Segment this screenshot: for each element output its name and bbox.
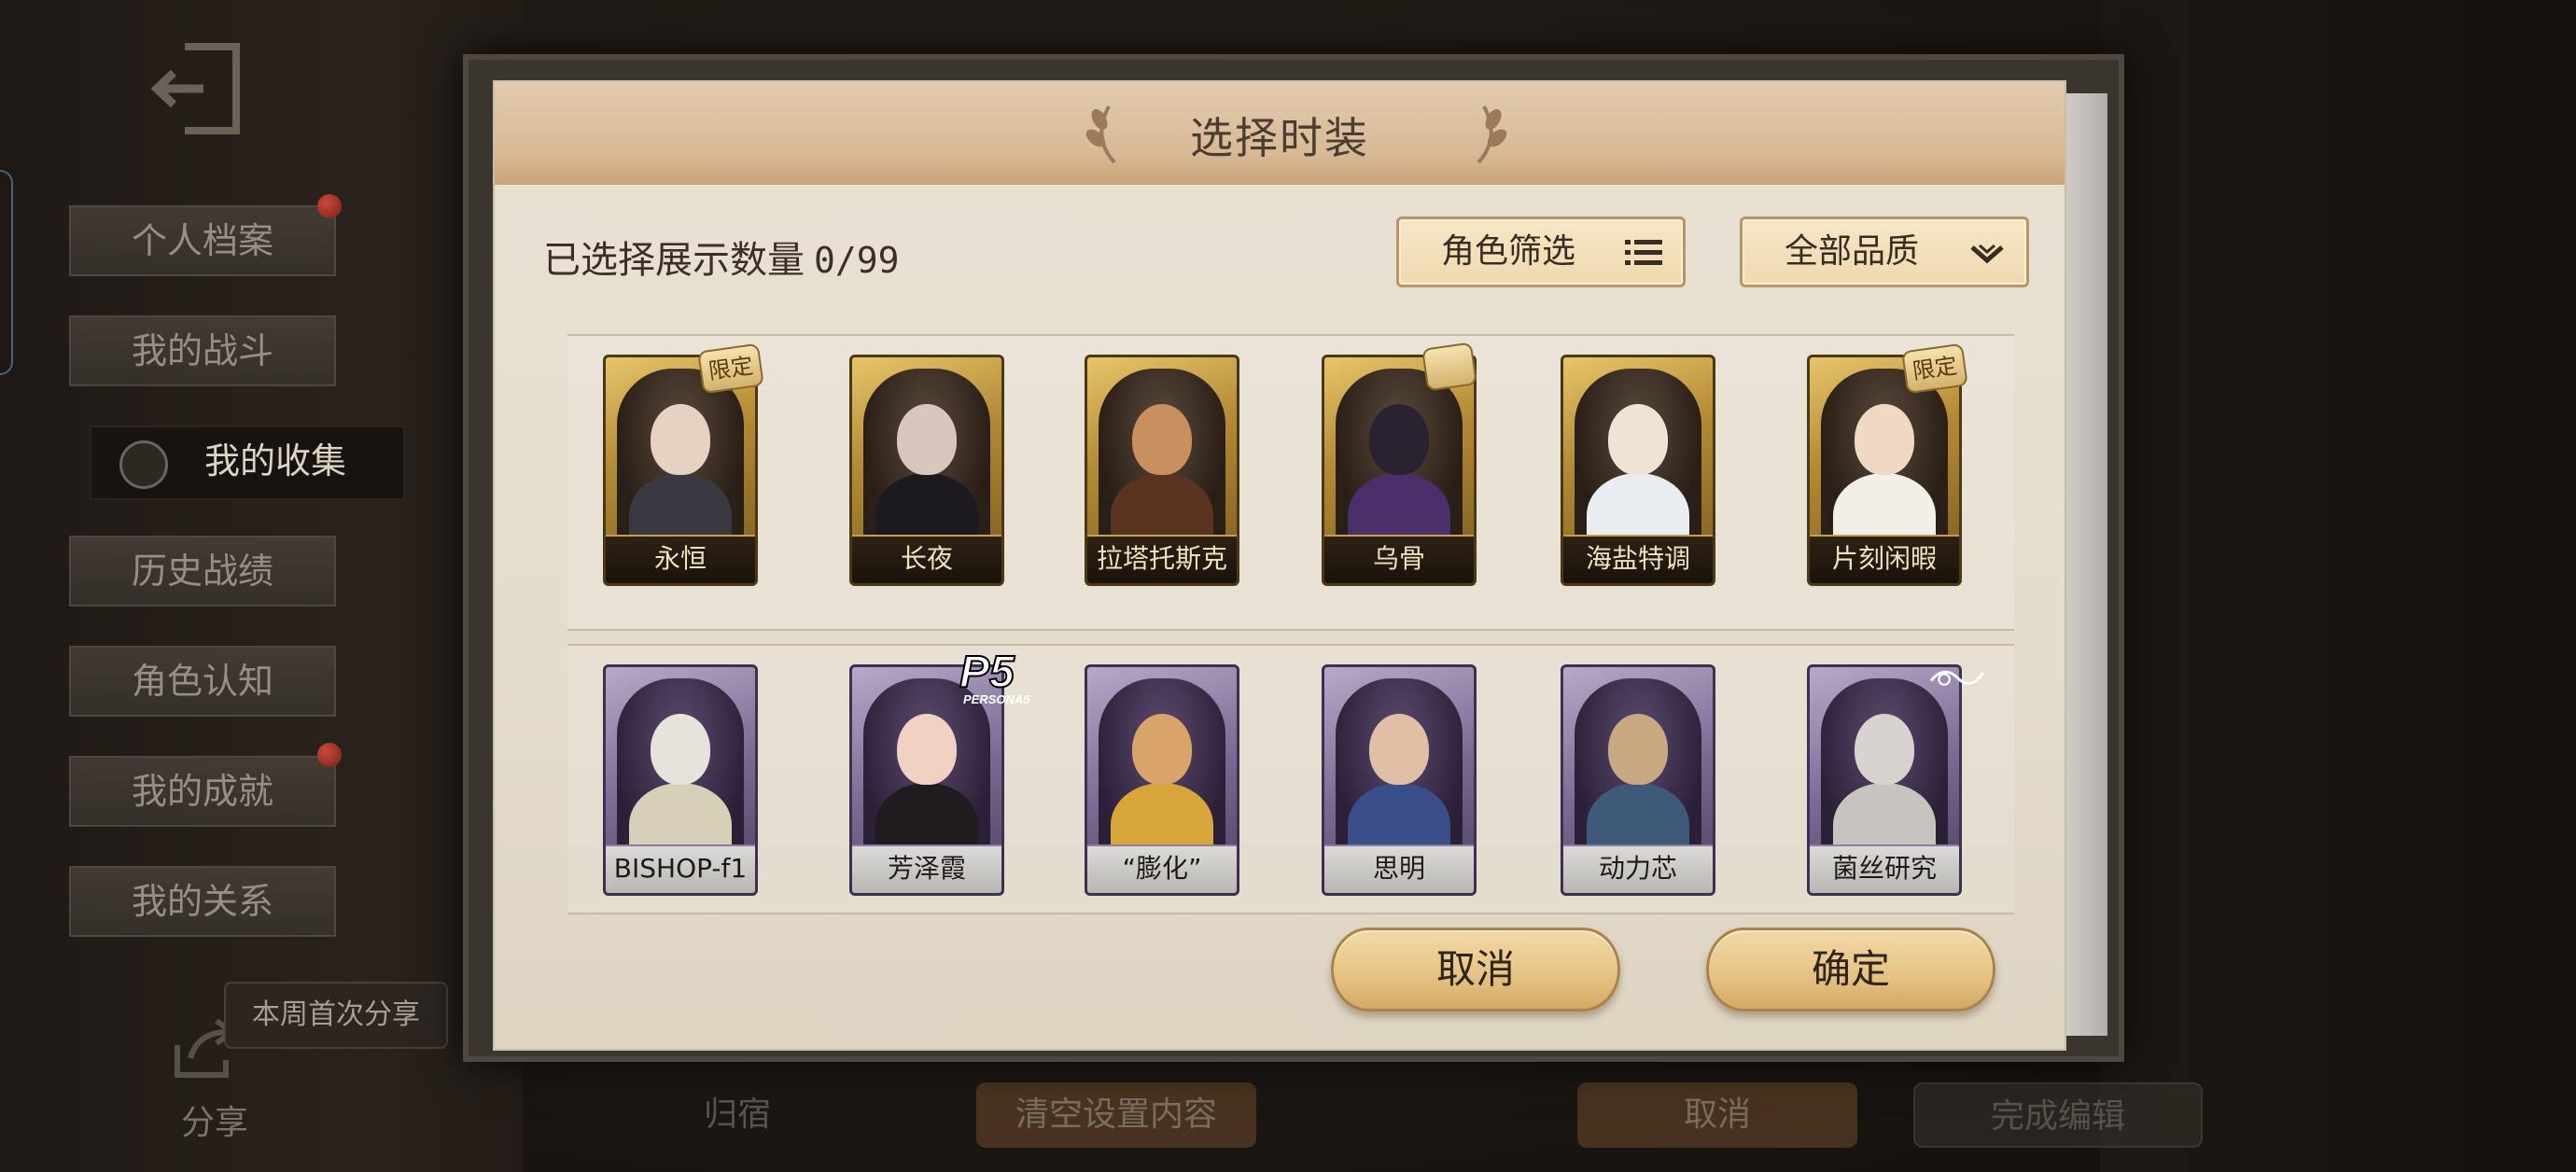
costume-name: 乌骨 [1324, 535, 1474, 583]
notification-dot [317, 194, 342, 218]
costume-head [1855, 404, 1914, 475]
background-cancel-button[interactable]: 取消 [1577, 1082, 1857, 1148]
background-right-panel [2100, 0, 2576, 1172]
costume-portrait [617, 369, 744, 557]
clear-settings-button[interactable]: 清空设置内容 [976, 1082, 1256, 1148]
notification-dot [317, 743, 342, 767]
selected-count-value: 0/99 [814, 240, 900, 281]
chevron-down-icon [1970, 244, 2004, 264]
sidebar-item-profile[interactable]: 个人档案 [69, 205, 336, 276]
quality-filter-dropdown[interactable]: 全部品质 [1740, 216, 2029, 287]
costume-card[interactable]: 海盐特调 [1561, 355, 1715, 586]
costume-name: 菌丝研究 [1810, 844, 1959, 893]
costume-head [651, 404, 710, 475]
return-button[interactable]: 归宿 [653, 1082, 821, 1148]
costume-card[interactable]: 思明 [1322, 664, 1477, 896]
costume-name: 芳泽霞 [852, 844, 1001, 893]
quality-filter-label: 全部品质 [1784, 232, 1919, 271]
costume-head [1369, 404, 1429, 475]
costume-row [567, 334, 2014, 631]
share-label[interactable]: 分享 [159, 1095, 271, 1144]
costume-grid: 永恒 限定长夜 拉塔托斯克 乌骨 海盐特调 片刻闲暇 限定 BISHOP-f1 芳泽霞 P5 PER… [567, 334, 2014, 978]
confirm-button[interactable]: 确定 [1706, 928, 1995, 1012]
sidebar-item-label: 我的战斗 [131, 330, 273, 371]
costume-row [567, 644, 2014, 914]
list-icon [1625, 240, 1662, 265]
sidebar-item-relations[interactable]: 我的关系 [69, 866, 336, 937]
collab-logo-icon [1911, 661, 2001, 726]
selected-count-label: 已选择展示数量 [543, 239, 805, 282]
selected-count: 已选择展示数量 0/99 [543, 230, 900, 284]
costume-portrait [1821, 369, 1948, 557]
costume-head [897, 714, 957, 785]
costume-head [1369, 714, 1429, 785]
sidebar-item-label: 我的成就 [131, 771, 273, 812]
svg-text:P5: P5 [959, 648, 1015, 697]
cancel-button[interactable]: 取消 [1331, 928, 1620, 1012]
costume-head [897, 404, 957, 475]
sidebar-item-achievements[interactable]: 我的成就 [69, 756, 336, 827]
costume-name: 片刻闲暇 [1810, 535, 1959, 583]
costume-name: 动力芯 [1563, 844, 1713, 893]
costume-portrait [1575, 369, 1701, 557]
costume-card[interactable]: 动力芯 [1561, 664, 1715, 896]
sidebar-item-collection[interactable]: 我的收集 [90, 426, 405, 500]
costume-portrait [1099, 369, 1225, 557]
sidebar-item-history[interactable]: 历史战绩 [69, 536, 336, 607]
sidebar-item-label: 我的关系 [131, 881, 273, 922]
sidebar-item-battles[interactable]: 我的战斗 [69, 315, 336, 386]
dialog-header: 选择时装 [495, 82, 2065, 185]
costume-card[interactable]: “膨化” [1085, 664, 1239, 896]
role-filter-label: 角色筛选 [1440, 232, 1575, 271]
costume-name: 海盐特调 [1563, 535, 1713, 583]
costume-name: 永恒 [606, 535, 755, 583]
costume-head [1608, 714, 1668, 785]
costume-head [1608, 404, 1668, 475]
sidebar-item-label: 角色认知 [131, 661, 273, 702]
laurel-right-icon [1477, 105, 1507, 164]
share-tooltip: 本周首次分享 [224, 982, 448, 1049]
costume-head [1132, 714, 1192, 785]
costume-card[interactable]: 乌骨 [1322, 355, 1477, 586]
shield-icon [119, 440, 168, 489]
role-filter-button[interactable]: 角色筛选 [1396, 216, 1686, 287]
costume-head [1132, 404, 1192, 475]
costume-portrait [1336, 369, 1463, 557]
sidebar-item-label: 历史战绩 [131, 551, 273, 592]
persona5-logo-icon: P5 PERSONA5 [954, 644, 1043, 709]
costume-name: 拉塔托斯克 [1087, 535, 1237, 583]
svg-text:PERSONA5: PERSONA5 [963, 692, 1030, 706]
left-edge-handle[interactable] [0, 170, 13, 375]
limited-tag: 限定 [1901, 342, 1968, 395]
costume-portrait [617, 678, 744, 867]
ribbon-icon [1421, 342, 1477, 392]
finish-edit-button[interactable]: 完成编辑 [1913, 1082, 2203, 1148]
sidebar-item-label: 个人档案 [131, 220, 273, 261]
costume-name: 长夜 [852, 535, 1001, 583]
costume-portrait [1099, 678, 1225, 867]
sidebar-item-label: 我的收集 [203, 440, 346, 481]
costume-name: 思明 [1324, 844, 1474, 893]
costume-name: BISHOP-f1 [606, 844, 755, 893]
costume-portrait [1336, 678, 1463, 867]
costume-card[interactable]: 长夜 [849, 355, 1004, 586]
costume-name: “膨化” [1087, 844, 1237, 893]
costume-head [651, 714, 710, 785]
costume-head [1855, 714, 1914, 785]
limited-tag: 限定 [697, 342, 764, 395]
costume-portrait [863, 369, 990, 557]
sidebar-item-character[interactable]: 角色认知 [69, 646, 336, 717]
costume-select-dialog: 选择时装 已选择展示数量 0/99 角色筛选 全部品质 永恒 限定长夜 拉塔托斯克 乌骨… [493, 80, 2066, 1051]
exit-door-icon[interactable] [147, 37, 250, 140]
costume-card[interactable]: 拉塔托斯克 [1085, 355, 1239, 586]
costume-portrait [1575, 678, 1701, 867]
costume-card[interactable]: BISHOP-f1 [603, 664, 758, 896]
dialog-title: 选择时装 [1190, 113, 1369, 163]
